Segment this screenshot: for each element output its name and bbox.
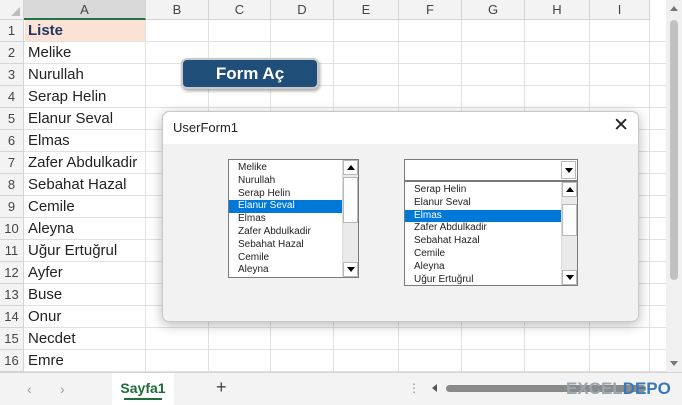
cell-a12[interactable]: Ayfer [25,262,145,283]
row-header-4[interactable]: 4 [0,86,24,108]
arrow-down-icon [566,275,574,280]
form-ac-button[interactable]: Form Aç [181,58,319,89]
active-tab-underline [124,398,162,400]
combobox-dropdown-list[interactable]: Serap Helin Elanur Seval Elmas Zafer Abdulk… [404,181,578,286]
row-header-6[interactable]: 6 [0,130,24,152]
list-item-selected[interactable]: Elanur Seval [229,200,342,214]
cell-a3[interactable]: Nurullah [25,64,145,85]
row-header-8[interactable]: 8 [0,174,24,196]
row-header-16[interactable]: 16 [0,350,24,372]
list-item[interactable]: Sebahat Hazal [405,235,561,248]
row-header-2[interactable]: 2 [0,42,24,64]
gridline [145,20,146,372]
arrow-up-icon [347,165,355,170]
cell-a6[interactable]: Elmas [25,130,145,151]
cell-a7[interactable]: Zafer Abdulkadir [25,152,145,173]
dropdown-scroll-up[interactable] [562,182,577,197]
cell-a16[interactable]: Emre [25,350,145,371]
select-all-corner[interactable] [0,0,24,20]
next-sheet-icon[interactable]: › [60,381,65,397]
dialog-title: UserForm1 [173,120,239,135]
column-header-h[interactable]: H [525,0,590,20]
watermark-part1: EXCEL [566,379,623,398]
column-header-b[interactable]: B [146,0,209,20]
arrow-up-icon [566,187,574,192]
row-header-13[interactable]: 13 [0,284,24,306]
cell-a15[interactable]: Necdet [25,328,145,349]
list-item[interactable]: Cemile [229,252,342,265]
listbox-scroll-thumb[interactable] [343,177,358,223]
prev-sheet-icon[interactable]: ‹ [27,381,32,397]
row-header-5[interactable]: 5 [0,108,24,130]
combobox-dropdown-button[interactable] [561,161,576,179]
dropdown-scroll-thumb[interactable] [562,204,577,236]
column-header-c[interactable]: C [209,0,271,20]
tab-splitter-handle[interactable]: ⋮ [408,381,420,395]
list-item[interactable]: Aleyna [229,264,342,277]
sheet-tab-bar: ‹ › Sayfa1 + ⋮ EXCELDEPO [0,372,682,405]
arrow-down-icon [347,267,355,272]
row-header-9[interactable]: 9 [0,196,24,218]
list-item[interactable]: Cemile [405,248,561,261]
scroll-up-icon[interactable] [670,6,678,11]
list-item[interactable]: Nurullah [229,175,342,188]
cell-a14[interactable]: Onur [25,306,145,327]
cell-a2[interactable]: Melike [25,42,145,63]
row-header-14[interactable]: 14 [0,306,24,328]
gridline [649,20,650,372]
row-header-3[interactable]: 3 [0,64,24,86]
row-header-12[interactable]: 12 [0,262,24,284]
scroll-down-icon[interactable] [670,361,678,366]
row-header-1[interactable]: 1 [0,20,24,42]
column-header-g[interactable]: G [462,0,525,20]
sheet-tab-label: Sayfa1 [120,380,166,396]
row-header-11[interactable]: 11 [0,240,24,262]
close-icon[interactable]: ✕ [613,116,629,136]
userform-dialog: UserForm1 ✕ Melike Nurullah Serap Helin Ela… [162,111,639,322]
listbox-scroll-up[interactable] [343,160,358,175]
list-item[interactable]: Serap Helin [405,184,561,197]
scroll-left-icon[interactable] [432,384,437,392]
list-item[interactable]: Zafer Abdulkadir [229,226,342,239]
names-listbox[interactable]: Melike Nurullah Serap Helin Elanur Seval Elm… [228,159,359,278]
cell-a11[interactable]: Uğur Ertuğrul [25,240,145,261]
list-item-selected[interactable]: Elmas [405,209,561,223]
chevron-down-icon [565,168,573,173]
sheet-tab-sayfa1[interactable]: Sayfa1 [112,373,174,405]
column-header-e[interactable]: E [334,0,399,20]
list-item[interactable]: Elanur Seval [405,197,561,210]
row-header-15[interactable]: 15 [0,328,24,350]
watermark-part2: DEPO [622,379,671,398]
column-header-f[interactable]: F [399,0,462,20]
list-item[interactable]: Zafer Abdulkadir [405,222,561,235]
vertical-scrollbar[interactable] [666,0,682,372]
cell-a4[interactable]: Serap Helin [25,86,145,107]
column-header-d[interactable]: D [271,0,334,20]
dropdown-scroll-down[interactable] [562,270,577,285]
cell-a9[interactable]: Cemile [25,196,145,217]
cell-a1-header[interactable]: Liste [25,20,145,41]
names-combobox[interactable] [404,159,578,181]
vertical-scroll-thumb[interactable] [670,20,678,280]
listbox-scrollbar[interactable] [342,160,358,277]
list-item[interactable]: Melike [229,162,342,175]
row-header-10[interactable]: 10 [0,218,24,240]
list-item[interactable]: Sebahat Hazal [229,239,342,252]
dialog-titlebar[interactable]: UserForm1 ✕ [163,112,638,144]
exceldepo-watermark: EXCELDEPO [566,379,671,399]
cell-a8[interactable]: Sebahat Hazal [25,174,145,195]
cell-a13[interactable]: Buse [25,284,145,305]
cell-a5[interactable]: Elanur Seval [25,108,145,129]
list-item[interactable]: Serap Helin [229,188,342,201]
dropdown-scrollbar[interactable] [561,182,577,285]
column-header-i[interactable]: I [590,0,650,20]
list-item[interactable]: Uğur Ertuğrul [405,274,561,285]
listbox-scroll-down[interactable] [343,262,358,277]
cell-a10[interactable]: Aleyna [25,218,145,239]
add-sheet-icon[interactable]: + [216,377,227,398]
row-header-7[interactable]: 7 [0,152,24,174]
column-header-a[interactable]: A [24,0,146,20]
list-item[interactable]: Aleyna [405,261,561,274]
list-item[interactable]: Elmas [229,213,342,226]
